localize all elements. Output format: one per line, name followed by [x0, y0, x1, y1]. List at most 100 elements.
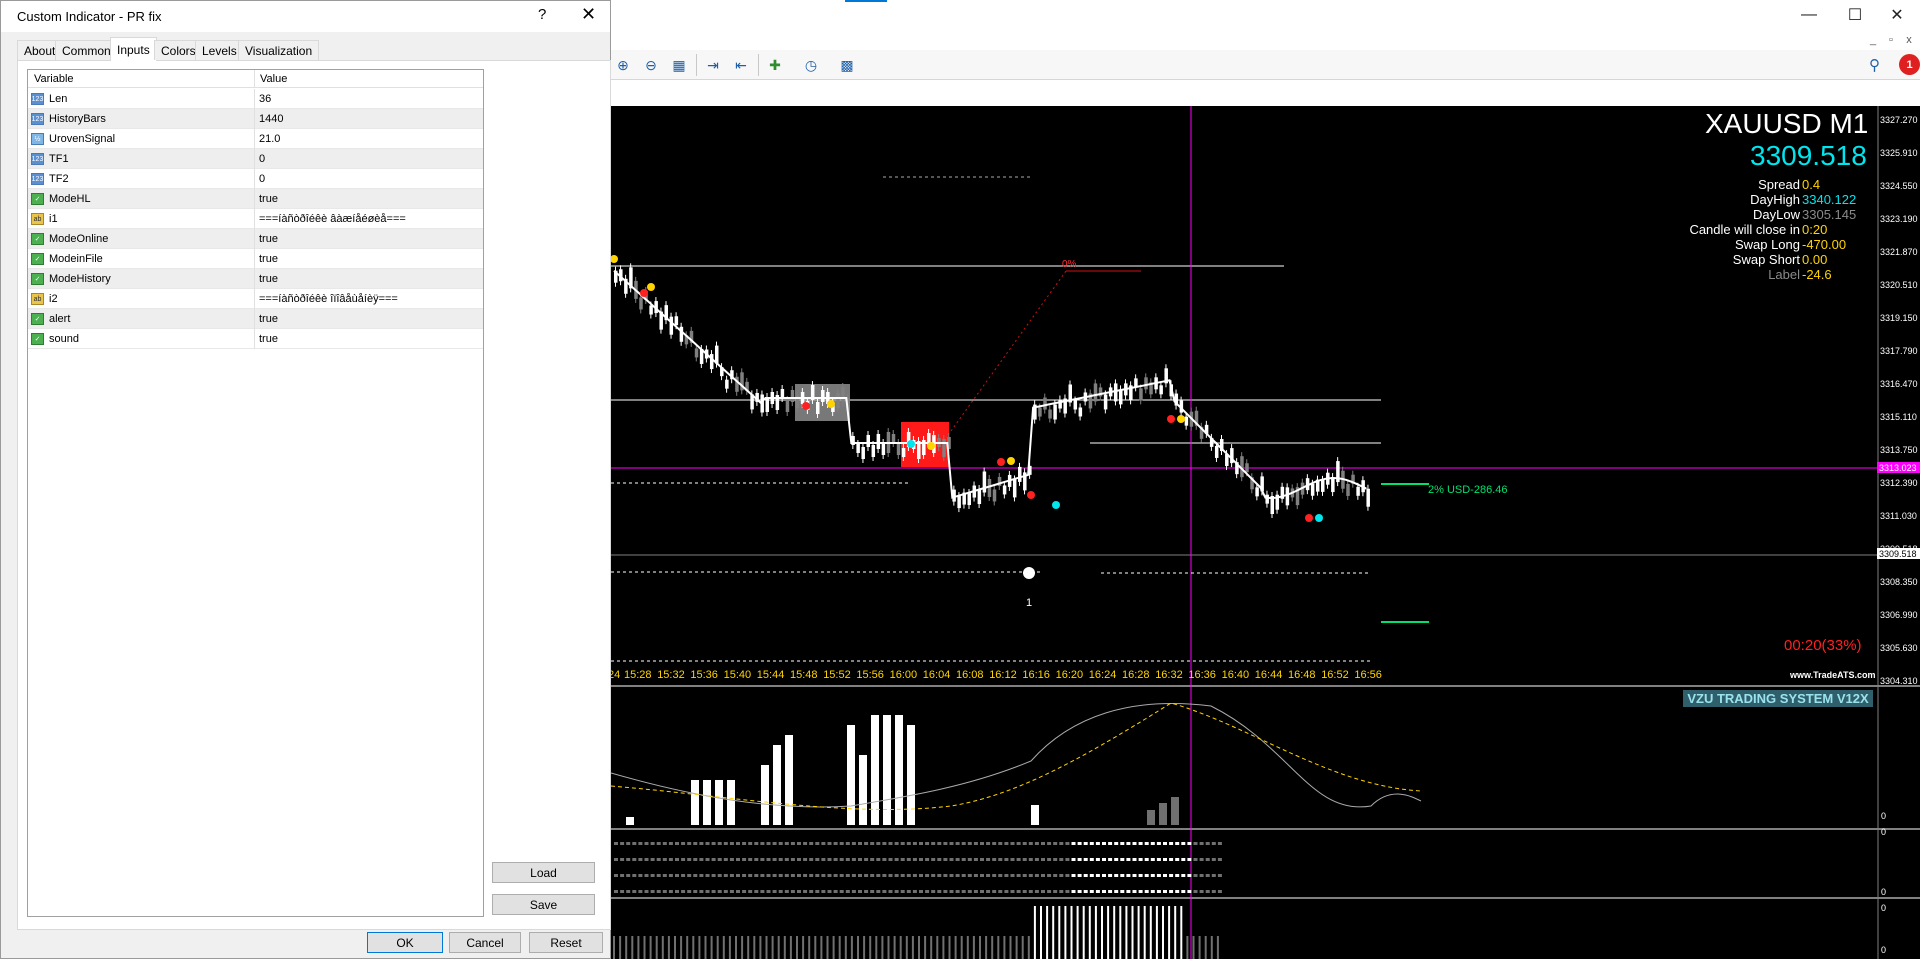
- ok-button[interactable]: OK: [367, 932, 443, 953]
- matrix-cell: [638, 858, 643, 861]
- input-row-tf1[interactable]: 123 TF1 0: [28, 149, 483, 169]
- matrix-cell: [1205, 842, 1210, 845]
- time-axis-tick: 16:16: [1022, 669, 1050, 681]
- tab-inputs[interactable]: Inputs: [110, 37, 157, 61]
- arrow-mark-label: 1: [1026, 597, 1033, 609]
- input-row-tf2[interactable]: 123 TF2 0: [28, 169, 483, 189]
- cancel-button[interactable]: Cancel: [449, 932, 521, 953]
- periods-icon[interactable]: ◷: [800, 54, 822, 76]
- matrix-cell: [1102, 874, 1106, 877]
- input-row-urovensignal[interactable]: ½ UrovenSignal 21.0: [28, 129, 483, 149]
- input-value[interactable]: true: [259, 313, 278, 325]
- input-row-modehl[interactable]: ✓ ModeHL true: [28, 189, 483, 209]
- input-value[interactable]: 1440: [259, 113, 283, 125]
- symbol-title: XAUUSD M1: [1705, 108, 1869, 139]
- close-icon[interactable]: ✕: [581, 4, 596, 25]
- mdi-minimize-button[interactable]: _: [1866, 33, 1880, 47]
- zoom-in-icon[interactable]: ⊕: [612, 54, 634, 76]
- autoscroll-icon[interactable]: ⇥: [702, 54, 724, 76]
- matrix-cell: [784, 842, 789, 845]
- matrix-cell: [1034, 858, 1039, 861]
- matrix-cell: [632, 842, 637, 845]
- close-window-button[interactable]: ✕: [1874, 0, 1920, 30]
- input-row-sound[interactable]: ✓ sound true: [28, 329, 483, 349]
- input-value[interactable]: true: [259, 193, 278, 205]
- tile-windows-icon[interactable]: ▦: [668, 54, 690, 76]
- input-row-modehistory[interactable]: ✓ ModeHistory true: [28, 269, 483, 289]
- input-value[interactable]: 0: [259, 173, 265, 185]
- reset-button[interactable]: Reset: [529, 932, 603, 953]
- matrix-cell: [888, 890, 893, 893]
- input-value[interactable]: true: [259, 273, 278, 285]
- tab-levels[interactable]: Levels: [195, 40, 244, 60]
- input-row-len[interactable]: 123 Len 36: [28, 89, 483, 109]
- matrix-cell: [845, 842, 850, 845]
- subwindow-tick: 0: [1881, 827, 1887, 837]
- inputs-grid[interactable]: Variable Value 123 Len 36 123 HistoryBars 144…: [27, 69, 484, 917]
- histogram-bar: [1159, 803, 1167, 825]
- input-value[interactable]: true: [259, 333, 278, 345]
- tab-visualization[interactable]: Visualization: [238, 40, 320, 60]
- info-label: DayLow: [1753, 207, 1800, 222]
- save-button[interactable]: Save: [492, 894, 595, 915]
- notifications-badge[interactable]: 1: [1899, 54, 1920, 75]
- matrix-cell: [1187, 858, 1192, 861]
- matrix-cell: [772, 874, 777, 877]
- indicators-icon[interactable]: ✚: [764, 54, 786, 76]
- input-value[interactable]: true: [259, 233, 278, 245]
- subwindow-tick: 0: [1881, 887, 1887, 897]
- input-value[interactable]: 21.0: [259, 133, 280, 145]
- help-icon[interactable]: ?: [538, 6, 546, 23]
- matrix-cell: [1211, 858, 1216, 861]
- time-axis-tick: 15:56: [856, 669, 884, 681]
- signal-marker: [611, 255, 618, 263]
- info-row-label: Label -24.6: [1660, 267, 1870, 282]
- matrix-cell: [1108, 890, 1113, 893]
- matrix-cell: [949, 890, 954, 893]
- input-row-historybars[interactable]: 123 HistoryBars 1440: [28, 109, 483, 129]
- input-value[interactable]: true: [259, 253, 278, 265]
- subwindow-tick: 0: [1881, 945, 1887, 955]
- matrix-cell: [1144, 842, 1149, 845]
- column-header-variable[interactable]: Variable: [34, 73, 74, 85]
- input-row-i1[interactable]: ab i1 ===íàñòðîéêè âàæíåéøèå===: [28, 209, 483, 229]
- matrix-cell: [1102, 842, 1106, 845]
- matrix-cell: [803, 890, 808, 893]
- maximize-button[interactable]: ☐: [1832, 0, 1878, 30]
- tab-common[interactable]: Common: [55, 40, 118, 60]
- search-icon[interactable]: ⚲: [1869, 56, 1880, 74]
- input-row-i2[interactable]: ab i2 ===íàñòðîéêè îïîâåùåíèÿ===: [28, 289, 483, 309]
- input-value[interactable]: ===íàñòðîéêè âàæíåéøèå===: [259, 213, 406, 225]
- matrix-cell: [1071, 874, 1076, 877]
- matrix-cell: [949, 842, 954, 845]
- input-value[interactable]: 0: [259, 153, 265, 165]
- candle: [780, 389, 785, 398]
- matrix-cell: [705, 858, 710, 861]
- zoom-out-icon[interactable]: ⊖: [640, 54, 662, 76]
- matrix-cell: [693, 890, 698, 893]
- matrix-cell: [723, 858, 728, 861]
- input-row-modeinfile[interactable]: ✓ ModeinFile true: [28, 249, 483, 269]
- input-row-alert[interactable]: ✓ alert true: [28, 309, 483, 329]
- matrix-cell: [1138, 890, 1143, 893]
- mdi-close-button[interactable]: x: [1902, 33, 1916, 47]
- matrix-cell: [1010, 858, 1015, 861]
- mdi-restore-button[interactable]: ▫: [1884, 33, 1898, 47]
- load-button[interactable]: Load: [492, 862, 595, 883]
- input-row-modeonline[interactable]: ✓ ModeOnline true: [28, 229, 483, 249]
- matrix-cell: [1065, 858, 1070, 861]
- info-value: -24.6: [1802, 267, 1832, 282]
- matrix-cell: [1059, 890, 1064, 893]
- input-value[interactable]: 36: [259, 93, 271, 105]
- matrix-cell: [748, 874, 753, 877]
- info-label: Swap Short: [1732, 252, 1800, 267]
- chart-shift-icon[interactable]: ⇤: [730, 54, 752, 76]
- matrix-cell: [961, 858, 966, 861]
- templates-icon[interactable]: ▩: [836, 54, 858, 76]
- candle: [987, 478, 992, 497]
- minimize-button[interactable]: —: [1786, 0, 1832, 30]
- column-header-value[interactable]: Value: [260, 73, 287, 85]
- input-value[interactable]: ===íàñòðîéêè îïîâåùåíèÿ===: [259, 293, 398, 305]
- matrix-cell: [766, 842, 771, 845]
- price-axis-tick: 3325.910: [1880, 148, 1918, 158]
